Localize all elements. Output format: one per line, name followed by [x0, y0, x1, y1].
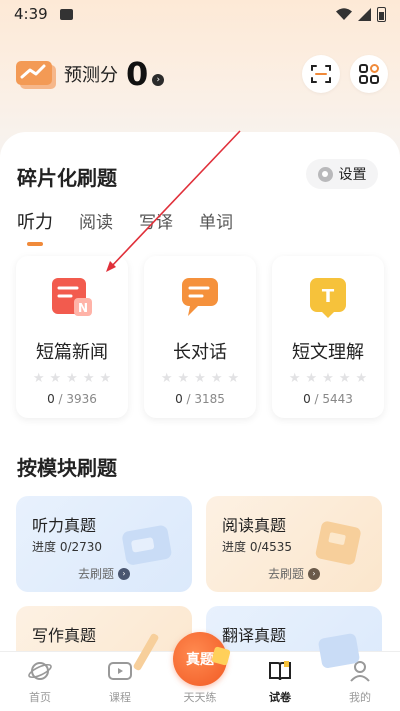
- pen-icon: [133, 633, 159, 671]
- star-icon: ★: [305, 371, 318, 386]
- radio-icon: [122, 525, 172, 565]
- question-count: 0 / 5443: [272, 392, 384, 406]
- star-icon: ★: [99, 371, 112, 386]
- nav-label: 我的: [349, 691, 371, 704]
- done-count: 0: [175, 392, 183, 406]
- module-progress: 进度 0/2730: [32, 540, 103, 554]
- signal-icon: [358, 7, 371, 21]
- total-count: / 3936: [58, 392, 97, 406]
- category-name: 长对话: [173, 342, 227, 363]
- module-practice-title: 按模块刷题: [17, 456, 117, 480]
- tab-writing-translation[interactable]: 写译: [139, 208, 173, 244]
- category-name: 短篇新闻: [36, 342, 108, 363]
- module-name: 听力真题: [32, 516, 97, 535]
- question-count: 0 / 3185: [144, 392, 256, 406]
- nav-label: 课程: [109, 691, 131, 704]
- nav-label: 天天练: [183, 691, 217, 704]
- planet-icon: [28, 662, 52, 680]
- status-bar: 4:39: [0, 0, 400, 28]
- nav-label: 试卷: [269, 691, 291, 704]
- module-card-reading[interactable]: 阅读真题 进度 0/4535 去刷题 ›: [206, 496, 382, 592]
- book-icon: [269, 661, 291, 681]
- text-icon: T: [310, 278, 346, 318]
- gear-icon: [317, 166, 333, 182]
- question-count: 0 / 3936: [16, 392, 128, 406]
- go-practice-link[interactable]: 去刷题 ›: [206, 565, 382, 582]
- settings-label: 设置: [338, 167, 367, 183]
- go-practice-label: 去刷题: [267, 567, 304, 581]
- score-chart-icon[interactable]: [16, 57, 58, 91]
- star-rating: ★ ★ ★ ★ ★: [144, 371, 256, 386]
- score-value[interactable]: 0: [126, 58, 148, 90]
- image-notification-icon: [59, 8, 73, 20]
- chevron-right-icon[interactable]: ›: [152, 74, 165, 86]
- star-icon: ★: [288, 371, 301, 386]
- tab-listening[interactable]: 听力: [17, 208, 53, 244]
- module-name: 阅读真题: [222, 516, 287, 535]
- go-practice-link[interactable]: 去刷题 ›: [16, 565, 192, 582]
- status-indicators: [336, 6, 386, 22]
- star-icon: ★: [338, 371, 351, 386]
- module-name: 翻译真题: [222, 626, 287, 645]
- settings-button[interactable]: 设置: [306, 159, 378, 189]
- star-icon: ★: [49, 371, 62, 386]
- star-icon: ★: [160, 371, 173, 386]
- category-card-passage-comprehension[interactable]: T 短文理解 ★ ★ ★ ★ ★ 0 / 5443: [272, 256, 384, 418]
- score-label: 预测分: [64, 65, 118, 86]
- svg-text:T: T: [322, 286, 335, 307]
- star-icon: ★: [322, 371, 334, 386]
- wifi-icon: [336, 8, 352, 20]
- total-count: / 5443: [314, 392, 353, 406]
- done-count: 0: [303, 392, 311, 406]
- star-icon: ★: [210, 371, 223, 386]
- module-progress: 进度 0/4535: [222, 540, 293, 554]
- tab-vocabulary[interactable]: 单词: [199, 208, 233, 244]
- star-icon: ★: [82, 371, 95, 386]
- star-icon: ★: [194, 371, 206, 386]
- category-card-short-news[interactable]: N 短篇新闻 ★ ★ ★ ★ ★ 0 / 3936: [16, 256, 128, 418]
- fragment-practice-title: 碎片化刷题: [17, 166, 117, 190]
- star-icon: ★: [177, 371, 190, 386]
- chat-icon: [182, 278, 218, 316]
- apps-icon: [359, 64, 379, 84]
- star-icon: ★: [227, 371, 240, 386]
- scan-button[interactable]: [302, 55, 340, 93]
- module-name: 写作真题: [32, 626, 97, 645]
- nav-home[interactable]: 首页: [0, 652, 80, 711]
- star-rating: ★ ★ ★ ★ ★: [272, 371, 384, 386]
- tab-reading[interactable]: 阅读: [79, 208, 113, 244]
- arrow-right-icon: ›: [308, 567, 320, 580]
- arrow-right-icon: ›: [118, 567, 130, 580]
- skill-tabs: 听力 阅读 写译 单词: [17, 208, 233, 244]
- apps-button[interactable]: [350, 55, 388, 93]
- header: 预测分 0 ›: [16, 52, 388, 96]
- category-cards: N 短篇新闻 ★ ★ ★ ★ ★ 0 / 3936 长对话 ★ ★ ★ ★ ★ 0 / 3185: [16, 256, 384, 418]
- star-rating: ★ ★ ★ ★ ★: [16, 371, 128, 386]
- badge-text: 真题: [186, 652, 214, 668]
- go-practice-label: 去刷题: [77, 567, 114, 581]
- svg-text:N: N: [78, 301, 88, 315]
- nav-label: 首页: [29, 691, 51, 704]
- news-icon: N: [52, 278, 92, 316]
- status-time: 4:39: [14, 5, 48, 23]
- done-count: 0: [47, 392, 55, 406]
- star-icon: ★: [66, 371, 78, 386]
- daily-badge-icon: 真题: [173, 632, 227, 686]
- module-card-listening[interactable]: 听力真题 进度 0/2730 去刷题 ›: [16, 496, 192, 592]
- practice-panel: 碎片化刷题 设置 听力 阅读 写译 单词 N 短篇新闻 ★ ★ ★ ★ ★ 0 / 39…: [0, 132, 400, 702]
- category-card-long-dialogue[interactable]: 长对话 ★ ★ ★ ★ ★ 0 / 3185: [144, 256, 256, 418]
- book-deco-icon: [315, 521, 361, 565]
- category-name: 短文理解: [292, 342, 364, 363]
- star-icon: ★: [355, 371, 368, 386]
- translate-icon: [318, 633, 360, 668]
- star-icon: ★: [32, 371, 45, 386]
- scan-icon: [311, 65, 331, 83]
- battery-icon: [377, 6, 386, 22]
- total-count: / 3185: [186, 392, 225, 406]
